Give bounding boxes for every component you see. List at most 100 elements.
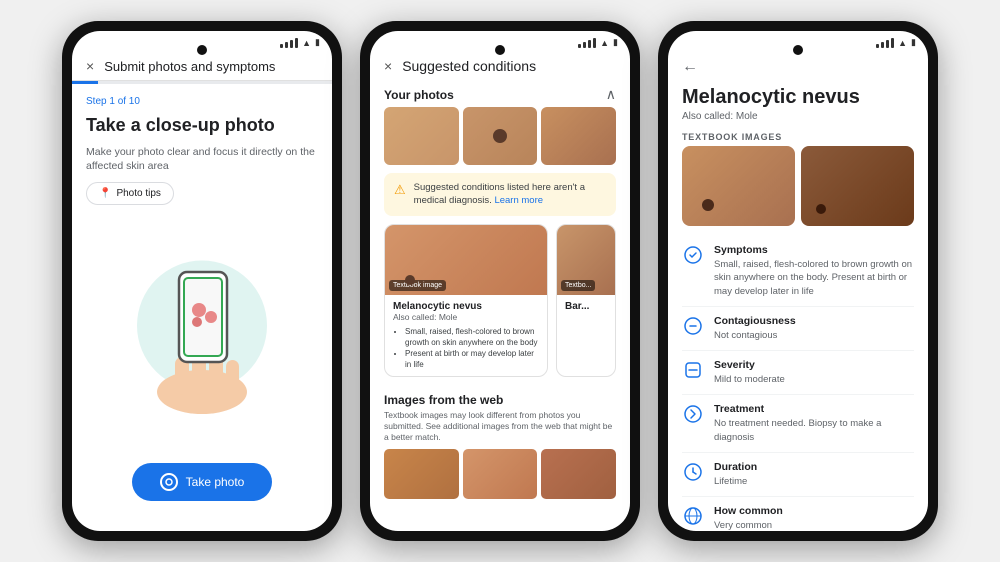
hand-phone-illustration: [117, 242, 287, 417]
info-how-common: How common Very common: [682, 497, 914, 531]
phone-3-screen: ▲ ▮ ← Melanocytic nevus Also called: Mol…: [668, 31, 928, 531]
photo-thumb-3: [541, 107, 616, 165]
phone-1-screen: ▲ ▮ × Submit photos and symptoms Step 1 …: [72, 31, 332, 531]
how-common-icon: [682, 505, 704, 527]
symptoms-desc: Small, raised, flesh-colored to brown gr…: [714, 258, 914, 298]
close-button[interactable]: ×: [86, 58, 94, 74]
photos-grid: [370, 107, 630, 173]
treatment-text: Treatment No treatment needed. Biopsy to…: [714, 403, 914, 444]
duration-desc: Lifetime: [714, 475, 914, 488]
condition-name-2: Bar...: [565, 301, 607, 312]
info-symptoms: Symptoms Small, raised, flesh-colored to…: [682, 236, 914, 307]
warning-icon: ⚠: [394, 182, 406, 198]
treatment-title: Treatment: [714, 403, 914, 415]
signal-icon-2: [578, 38, 596, 48]
condition-card-1[interactable]: Textbook image Melanocytic nevus Also ca…: [384, 224, 548, 378]
info-contagiousness: Contagiousness Not contagious: [682, 307, 914, 351]
condition-bullets-1: Small, raised, flesh-colored to brown gr…: [393, 326, 539, 371]
symptoms-text: Symptoms Small, raised, flesh-colored to…: [714, 244, 914, 298]
take-photo-button[interactable]: Take photo: [132, 463, 273, 501]
photo-thumb-2: [463, 107, 538, 165]
learn-more-link[interactable]: Learn more: [494, 195, 543, 206]
duration-icon: [682, 461, 704, 483]
battery-icon: ▮: [315, 37, 320, 48]
screen2-content: × Suggested conditions Your photos ∧ ⚠ S…: [370, 50, 630, 531]
duration-text: Duration Lifetime: [714, 461, 914, 488]
condition-also-1: Also called: Mole: [393, 312, 539, 322]
web-images-desc: Textbook images may look different from …: [384, 410, 616, 443]
contagiousness-title: Contagiousness: [714, 315, 914, 327]
severity-title: Severity: [714, 359, 914, 371]
textbook-badge-2: Textbo...: [561, 280, 595, 291]
photo-thumb-1: [384, 107, 459, 165]
how-common-text: How common Very common: [714, 505, 914, 531]
disclaimer-box: ⚠ Suggested conditions listed here aren'…: [384, 173, 616, 216]
treatment-icon: [682, 403, 704, 425]
textbook-img-1: [682, 146, 795, 226]
signal-icon-3: [876, 38, 894, 48]
battery-icon-2: ▮: [613, 37, 618, 48]
condition-info-2: Bar...: [557, 295, 615, 318]
severity-desc: Mild to moderate: [714, 373, 914, 386]
phone-2: ▲ ▮ × Suggested conditions Your photos ∧…: [360, 21, 640, 541]
condition-info-1: Melanocytic nevus Also called: Mole Smal…: [385, 295, 547, 377]
symptoms-title: Symptoms: [714, 244, 914, 256]
punch-hole-3: [793, 45, 803, 55]
back-button[interactable]: ←: [682, 58, 698, 76]
photos-row-header: Your photos ∧: [370, 80, 630, 107]
duration-title: Duration: [714, 461, 914, 473]
take-photo-label: Take photo: [186, 475, 245, 489]
condition-card-2[interactable]: Textbo... Bar...: [556, 224, 616, 378]
severity-icon: [682, 359, 704, 381]
phone-2-screen: ▲ ▮ × Suggested conditions Your photos ∧…: [370, 31, 630, 531]
wifi-icon: ▲: [302, 38, 311, 48]
close-button-2[interactable]: ×: [384, 58, 392, 74]
chevron-up-icon[interactable]: ∧: [606, 86, 616, 103]
web-img-2: [463, 449, 538, 499]
wifi-icon-3: ▲: [898, 38, 907, 48]
photo-tips-button[interactable]: 📍 Photo tips: [86, 182, 174, 205]
location-icon: 📍: [99, 188, 111, 199]
screen2-title: Suggested conditions: [402, 58, 536, 74]
info-treatment: Treatment No treatment needed. Biopsy to…: [682, 395, 914, 453]
textbook-img-2: [801, 146, 914, 226]
textbook-images-row: [668, 146, 928, 236]
punch-hole-1: [197, 45, 207, 55]
symptoms-icon: [682, 244, 704, 266]
your-photos-label: Your photos: [384, 88, 454, 102]
description-text: Make your photo clear and focus it direc…: [86, 145, 318, 174]
condition-img-2: Textbo...: [557, 225, 615, 295]
camera-icon: [160, 473, 178, 491]
how-common-desc: Very common: [714, 519, 914, 531]
contagiousness-text: Contagiousness Not contagious: [714, 315, 914, 342]
signal-icon: [280, 38, 298, 48]
contagiousness-icon: [682, 315, 704, 337]
screen1-content: × Submit photos and symptoms Step 1 of 1…: [72, 50, 332, 531]
web-images-row: [384, 449, 616, 499]
conditions-scroll: Textbook image Melanocytic nevus Also ca…: [370, 224, 630, 386]
info-section: Symptoms Small, raised, flesh-colored to…: [668, 236, 928, 531]
bullet-1: Small, raised, flesh-colored to brown gr…: [405, 326, 539, 348]
severity-text: Severity Mild to moderate: [714, 359, 914, 386]
condition-img-1: Textbook image: [385, 225, 547, 295]
disclaimer-text: Suggested conditions listed here aren't …: [414, 181, 606, 208]
battery-icon-3: ▮: [911, 37, 916, 48]
screen3-also: Also called: Mole: [668, 111, 928, 128]
wifi-icon-2: ▲: [600, 38, 609, 48]
info-severity: Severity Mild to moderate: [682, 351, 914, 395]
screen3-content: ← Melanocytic nevus Also called: Mole TE…: [668, 50, 928, 531]
textbook-images-label: TEXTBOOK IMAGES: [668, 128, 928, 146]
screen3-main-title: Melanocytic nevus: [668, 82, 928, 111]
textbook-badge-1: Textbook image: [389, 280, 446, 291]
web-img-1: [384, 449, 459, 499]
screen1-body: Step 1 of 10 Take a close-up photo Make …: [72, 84, 332, 463]
phone-3: ▲ ▮ ← Melanocytic nevus Also called: Mol…: [658, 21, 938, 541]
punch-hole-2: [495, 45, 505, 55]
contagiousness-desc: Not contagious: [714, 329, 914, 342]
info-duration: Duration Lifetime: [682, 453, 914, 497]
condition-name-1: Melanocytic nevus: [393, 301, 539, 312]
photo-tips-label: Photo tips: [116, 188, 160, 199]
main-title: Take a close-up photo: [86, 115, 318, 137]
bullet-2: Present at birth or may develop later in…: [405, 348, 539, 370]
web-images-section: Images from the web Textbook images may …: [370, 385, 630, 503]
